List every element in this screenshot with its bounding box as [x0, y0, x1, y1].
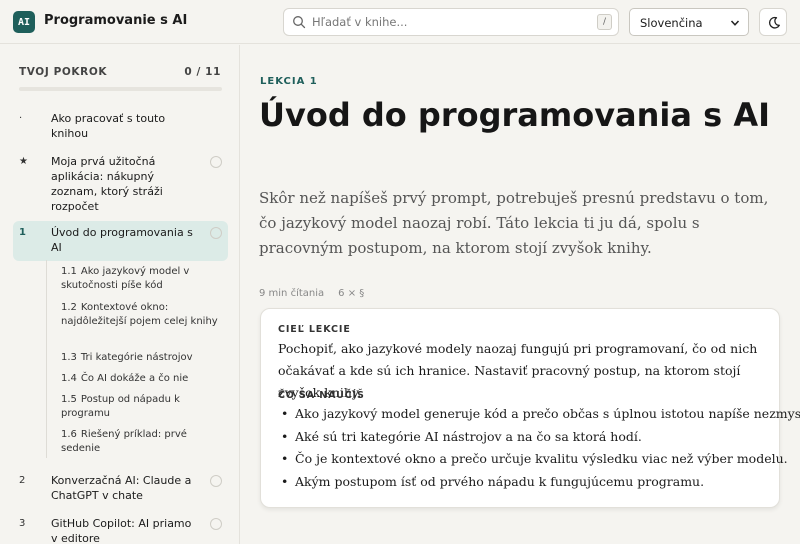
completion-circle-icon[interactable] — [210, 156, 222, 168]
list-item: Akým postupom ísť od prvého nápadu k fun… — [278, 471, 773, 494]
moon-icon — [769, 16, 780, 29]
page-title: Úvod do programovania s AI — [259, 96, 770, 134]
top-bar: AI Programovanie s AI Hľadať v knihe... … — [0, 0, 800, 44]
toc-item-label: Úvod do programovania s AI — [51, 226, 193, 254]
toc-item-lesson-1[interactable]: 1 Úvod do programovania s AI — [13, 221, 228, 261]
app-logo[interactable]: AI — [13, 11, 35, 33]
toc-item-label: Ako pracovať s touto knihou — [51, 112, 166, 140]
toc-item-label: GitHub Copilot: AI priamo v editore — [51, 517, 192, 544]
toc-item-lesson-3[interactable]: 3 GitHub Copilot: AI priamo v editore — [13, 512, 228, 544]
toc-subitem-1-1[interactable]: 1.1 Ako jazykový model v skutočnosti píše… — [61, 265, 221, 293]
read-time: 9 min čítania — [259, 288, 325, 299]
language-selected: Slovenčina — [640, 16, 703, 30]
app-title[interactable]: Programovanie s AI — [44, 13, 187, 28]
list-item: Aké sú tri kategórie AI nástrojov a na č… — [278, 426, 773, 449]
toc-subitem-label: Riešený príklad: prvé sedenie — [61, 429, 187, 454]
toc-subitem-number: 1.3 — [61, 352, 77, 363]
toc-subitem-label: Postup od nápadu k programu — [61, 394, 180, 419]
search-icon — [293, 16, 306, 29]
toc-subitem-label: Tri kategórie nástrojov — [80, 352, 193, 363]
toc-item-label: Moja prvá užitočná aplikácia: nákupný zo… — [51, 155, 163, 213]
list-item: Čo je kontextové okno a prečo určuje kva… — [278, 448, 788, 471]
toc-subitem-label: Kontextové okno: najdôležitejší pojem ce… — [61, 302, 218, 327]
lesson-goals-card: CIEĽ LEKCIE Pochopiť, ako jazykové model… — [260, 308, 800, 508]
language-select[interactable]: Slovenčina — [629, 8, 749, 36]
list-item: Ako jazykový model generuje kód a prečo … — [278, 403, 800, 426]
toc-subitem-number: 1.4 — [61, 373, 77, 384]
toc-subitem-number: 1.2 — [61, 302, 77, 313]
lesson-eyebrow: LEKCIA 1 — [260, 76, 318, 87]
search-input[interactable]: Hľadať v knihe... / — [283, 8, 619, 36]
toc-subitem-number: 1.5 — [61, 394, 77, 405]
toc-subitem-1-2[interactable]: 1.2 Kontextové okno: najdôležitejší pojem… — [61, 301, 221, 329]
toc-subitem-number: 1.1 — [61, 266, 77, 277]
toc-subitem-1-3[interactable]: 1.3 Tri kategórie nástrojov — [61, 351, 221, 365]
toc-subitem-1-4[interactable]: 1.4 Čo AI dokáže a čo nie — [61, 372, 221, 386]
goal-heading: CIEĽ LEKCIE — [278, 324, 351, 335]
completion-circle-icon[interactable] — [210, 227, 222, 239]
toc-item-number: 2 — [19, 475, 26, 486]
toc-item-how-to-use[interactable]: · Ako pracovať s touto knihou — [13, 107, 228, 141]
toc-item-number: ★ — [19, 156, 28, 167]
theme-toggle-button[interactable] — [759, 8, 787, 36]
toc-subitem-1-5[interactable]: 1.5 Postup od nápadu k programu — [61, 393, 221, 421]
search-shortcut-key: / — [597, 14, 612, 30]
learn-heading: ČO SA NAUČÍŠ — [278, 390, 365, 401]
toc-item-number: · — [19, 113, 23, 124]
completion-circle-icon[interactable] — [210, 475, 222, 487]
toc-item-lesson-2[interactable]: 2 Konverzačná AI: Claude a ChatGPT v cha… — [13, 469, 228, 505]
lesson-lead: Skôr než napíšeš prvý prompt, potrebuješ… — [259, 189, 769, 257]
toc-subitem-label: Ako jazykový model v skutočnosti píše kó… — [61, 266, 190, 291]
lesson-meta: 9 min čítania 6 × § — [259, 288, 364, 299]
learn-list: Ako jazykový model generuje kód a prečo … — [278, 403, 800, 494]
progress-count: 0 / 11 — [184, 66, 221, 78]
toc-item-label: Konverzačná AI: Claude a ChatGPT v chate — [51, 474, 192, 502]
progress-bar — [19, 87, 222, 91]
progress-label: TVOJ POKROK — [19, 66, 108, 78]
toc-item-number: 3 — [19, 518, 26, 529]
chevron-down-icon — [730, 20, 740, 26]
toc-subitem-label: Čo AI dokáže a čo nie — [80, 373, 189, 384]
completion-circle-icon[interactable] — [210, 518, 222, 530]
toc-subitem-number: 1.6 — [61, 429, 77, 440]
section-count: 6 × § — [338, 288, 365, 299]
sidebar-toc: TVOJ POKROK 0 / 11 · Ako pracovať s tout… — [0, 45, 240, 544]
toc-subitem-1-6[interactable]: 1.6 Riešený príklad: prvé sedenie — [61, 428, 221, 456]
search-placeholder: Hľadať v knihe... — [312, 15, 408, 29]
toc-subsection-list: 1.1 Ako jazykový model v skutočnosti píše… — [46, 260, 226, 458]
toc-item-first-app[interactable]: ★ Moja prvá užitočná aplikácia: nákupný … — [13, 150, 228, 214]
toc-item-number: 1 — [19, 227, 26, 238]
